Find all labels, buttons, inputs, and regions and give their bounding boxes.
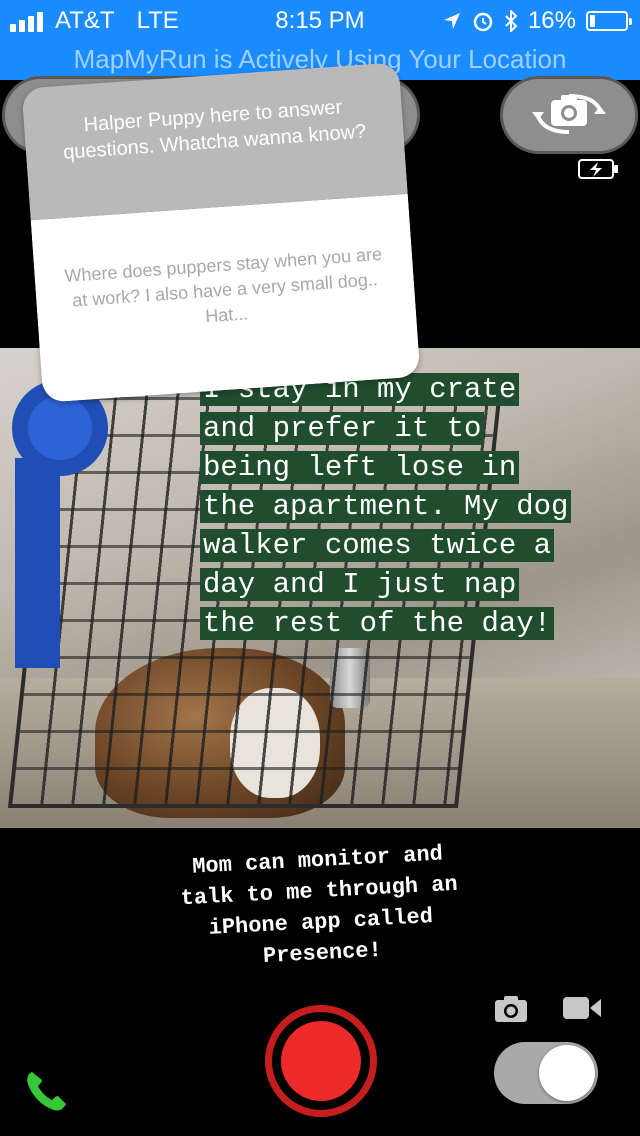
camera-flip-icon — [532, 94, 606, 134]
caption-line: the rest of the day! — [200, 607, 555, 640]
status-right: 16% — [442, 7, 632, 35]
record-button[interactable] — [265, 1005, 377, 1117]
battery-icon — [586, 11, 632, 31]
phone-icon[interactable] — [22, 1066, 70, 1114]
sticker-question: Where does puppers stay when you are at … — [30, 193, 421, 403]
caption-line: and prefer it to — [200, 412, 485, 445]
caption-line: being left lose in — [200, 451, 520, 484]
caption-line: walker comes twice a — [200, 529, 555, 562]
photo-caption: I stay in my crate and prefer it to bein… — [200, 370, 640, 643]
caption-line: day and I just nap — [200, 568, 520, 601]
toggle-knob — [539, 1045, 595, 1101]
location-arrow-icon — [443, 13, 460, 29]
bluetooth-icon — [505, 10, 518, 32]
video-mode-icon[interactable] — [562, 995, 602, 1021]
blue-ribbon-icon — [12, 380, 108, 668]
status-bar: AT&T LTE 8:15 PM 16% — [0, 0, 640, 42]
toggle-switch[interactable] — [494, 1042, 598, 1104]
question-sticker[interactable]: Halper Puppy here to answer questions. W… — [21, 62, 421, 403]
record-icon — [281, 1021, 361, 1101]
photo-mode-icon[interactable] — [494, 995, 528, 1023]
alarm-icon — [473, 12, 493, 32]
charging-icon — [578, 159, 618, 179]
battery-fill — [590, 15, 596, 27]
caption-line: the apartment. My dog — [200, 490, 572, 523]
camera-flip-button[interactable] — [500, 76, 638, 154]
battery-percent: 16% — [527, 7, 576, 34]
bottom-caption: Mom can monitor and talk to me through a… — [117, 835, 523, 980]
sticker-prompt: Halper Puppy here to answer questions. W… — [21, 62, 408, 221]
